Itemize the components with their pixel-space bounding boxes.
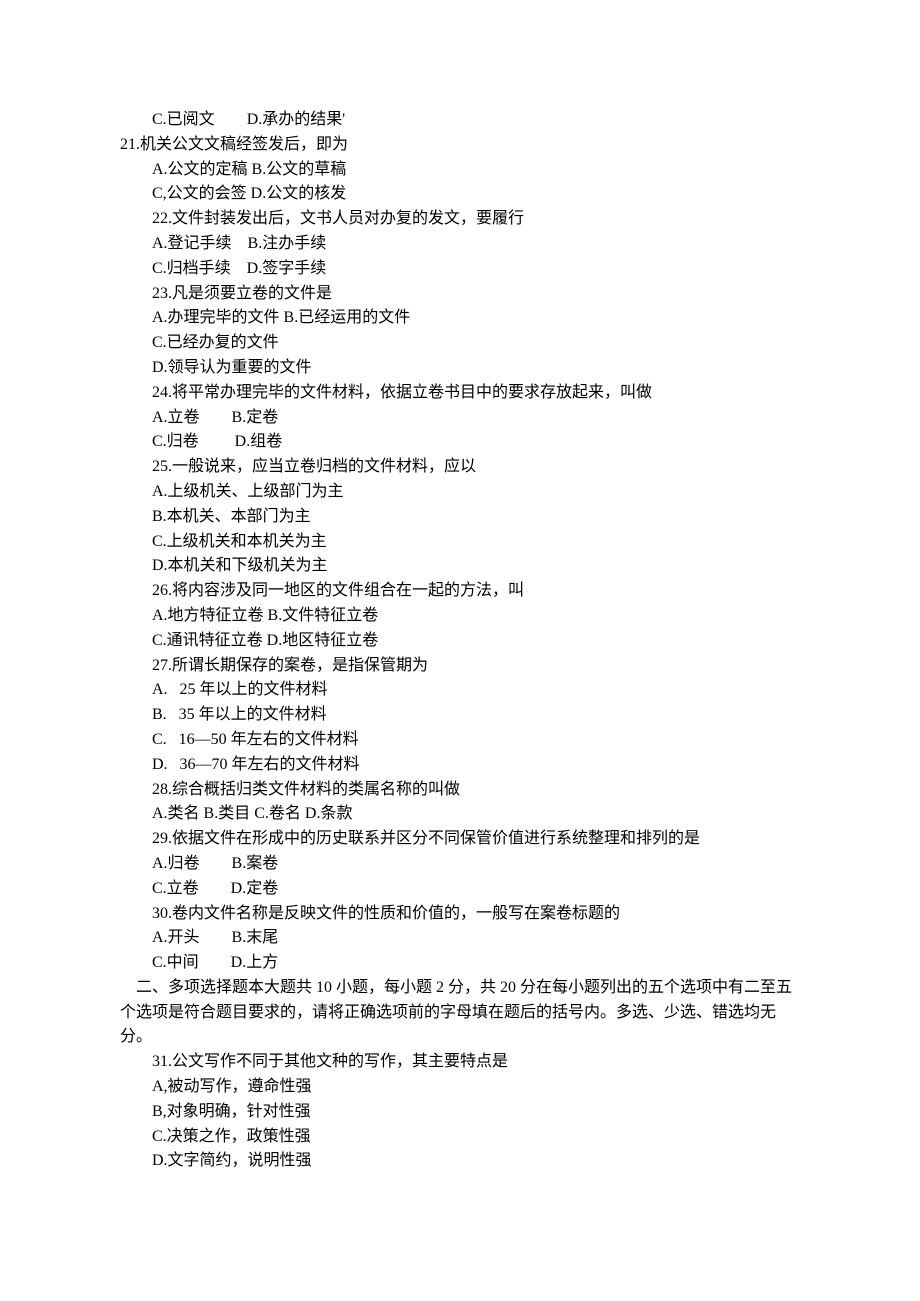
q27-option-b: B. 35 年以上的文件材料 bbox=[120, 703, 800, 728]
q30-stem: 30.卷内文件名称是反映文件的性质和价值的，一般写在案卷标题的 bbox=[120, 902, 800, 927]
section2-intro: 二、多项选择题本大题共 10 小题，每小题 2 分，共 20 分在每小题列出的五… bbox=[120, 976, 800, 1050]
q26-row1: A.地方特征立卷 B.文件特征立卷 bbox=[120, 604, 800, 629]
q28-stem: 28.综合概括归类文件材料的类属名称的叫做 bbox=[120, 778, 800, 803]
q27-stem: 27.所谓长期保存的案卷，是指保管期为 bbox=[120, 654, 800, 679]
q31-stem: 31.公文写作不同于其他文种的写作，其主要特点是 bbox=[120, 1050, 800, 1075]
document-page: C.已阅文 D.承办的结果' 21.机关公文文稿经签发后，即为 A.公文的定稿 … bbox=[0, 0, 920, 1301]
q23-stem: 23.凡是须要立卷的文件是 bbox=[120, 282, 800, 307]
q25-stem: 25.一般说来，应当立卷归档的文件材料，应以 bbox=[120, 455, 800, 480]
q29-row2: C.立卷 D.定卷 bbox=[120, 877, 800, 902]
q21-stem: 21.机关公文文稿经签发后，即为 bbox=[120, 133, 800, 158]
q30-row1: A.开头 B.末尾 bbox=[120, 926, 800, 951]
q20-option-d: D.承办的结果' bbox=[247, 111, 345, 128]
q31-option-b: B,对象明确，针对性强 bbox=[120, 1100, 800, 1125]
q25-option-a: A.上级机关、上级部门为主 bbox=[120, 480, 800, 505]
q29-stem: 29.依据文件在形成中的历史联系并区分不同保管价值进行系统整理和排列的是 bbox=[120, 827, 800, 852]
q29-row1: A.归卷 B.案卷 bbox=[120, 852, 800, 877]
q23-row2: C.已经办复的文件 bbox=[120, 331, 800, 356]
q22-stem: 22.文件封装发出后，文书人员对办复的发文，要履行 bbox=[120, 207, 800, 232]
q22-row1: A.登记手续 B.注办手续 bbox=[120, 232, 800, 257]
q26-stem: 26.将内容涉及同一地区的文件组合在一起的方法，叫 bbox=[120, 579, 800, 604]
q30-row2: C.中间 D.上方 bbox=[120, 951, 800, 976]
q24-row1: A.立卷 B.定卷 bbox=[120, 406, 800, 431]
q31-option-c: C.决策之作，政策性强 bbox=[120, 1125, 800, 1150]
q23-row1: A.办理完毕的文件 B.已经运用的文件 bbox=[120, 306, 800, 331]
q28-row1: A.类名 B.类目 C.卷名 D.条款 bbox=[120, 802, 800, 827]
q24-row2: C.归卷 D.组卷 bbox=[120, 430, 800, 455]
q21-row1: A.公文的定稿 B.公文的草稿 bbox=[120, 158, 800, 183]
q27-option-a: A. 25 年以上的文件材料 bbox=[120, 678, 800, 703]
q20-options-cd: C.已阅文 D.承办的结果' bbox=[120, 108, 800, 133]
q25-option-c: C.上级机关和本机关为主 bbox=[120, 530, 800, 555]
q21-row2: C,公文的会签 D.公文的核发 bbox=[120, 182, 800, 207]
q24-stem: 24.将平常办理完毕的文件材料，依据立卷书目中的要求存放起来，叫做 bbox=[120, 381, 800, 406]
q25-option-d: D.本机关和下级机关为主 bbox=[120, 554, 800, 579]
q27-option-c: C. 16—50 年左右的文件材料 bbox=[120, 728, 800, 753]
q23-row3: D.领导认为重要的文件 bbox=[120, 356, 800, 381]
q20-option-c: C.已阅文 bbox=[152, 111, 215, 128]
q31-option-d: D.文字简约，说明性强 bbox=[120, 1149, 800, 1174]
q22-row2: C.归档手续 D.签字手续 bbox=[120, 257, 800, 282]
q27-option-d: D. 36—70 年左右的文件材料 bbox=[120, 753, 800, 778]
q26-row2: C.通讯特征立卷 D.地区特征立卷 bbox=[120, 629, 800, 654]
q25-option-b: B.本机关、本部门为主 bbox=[120, 505, 800, 530]
q31-option-a: A,被动写作，遵命性强 bbox=[120, 1075, 800, 1100]
